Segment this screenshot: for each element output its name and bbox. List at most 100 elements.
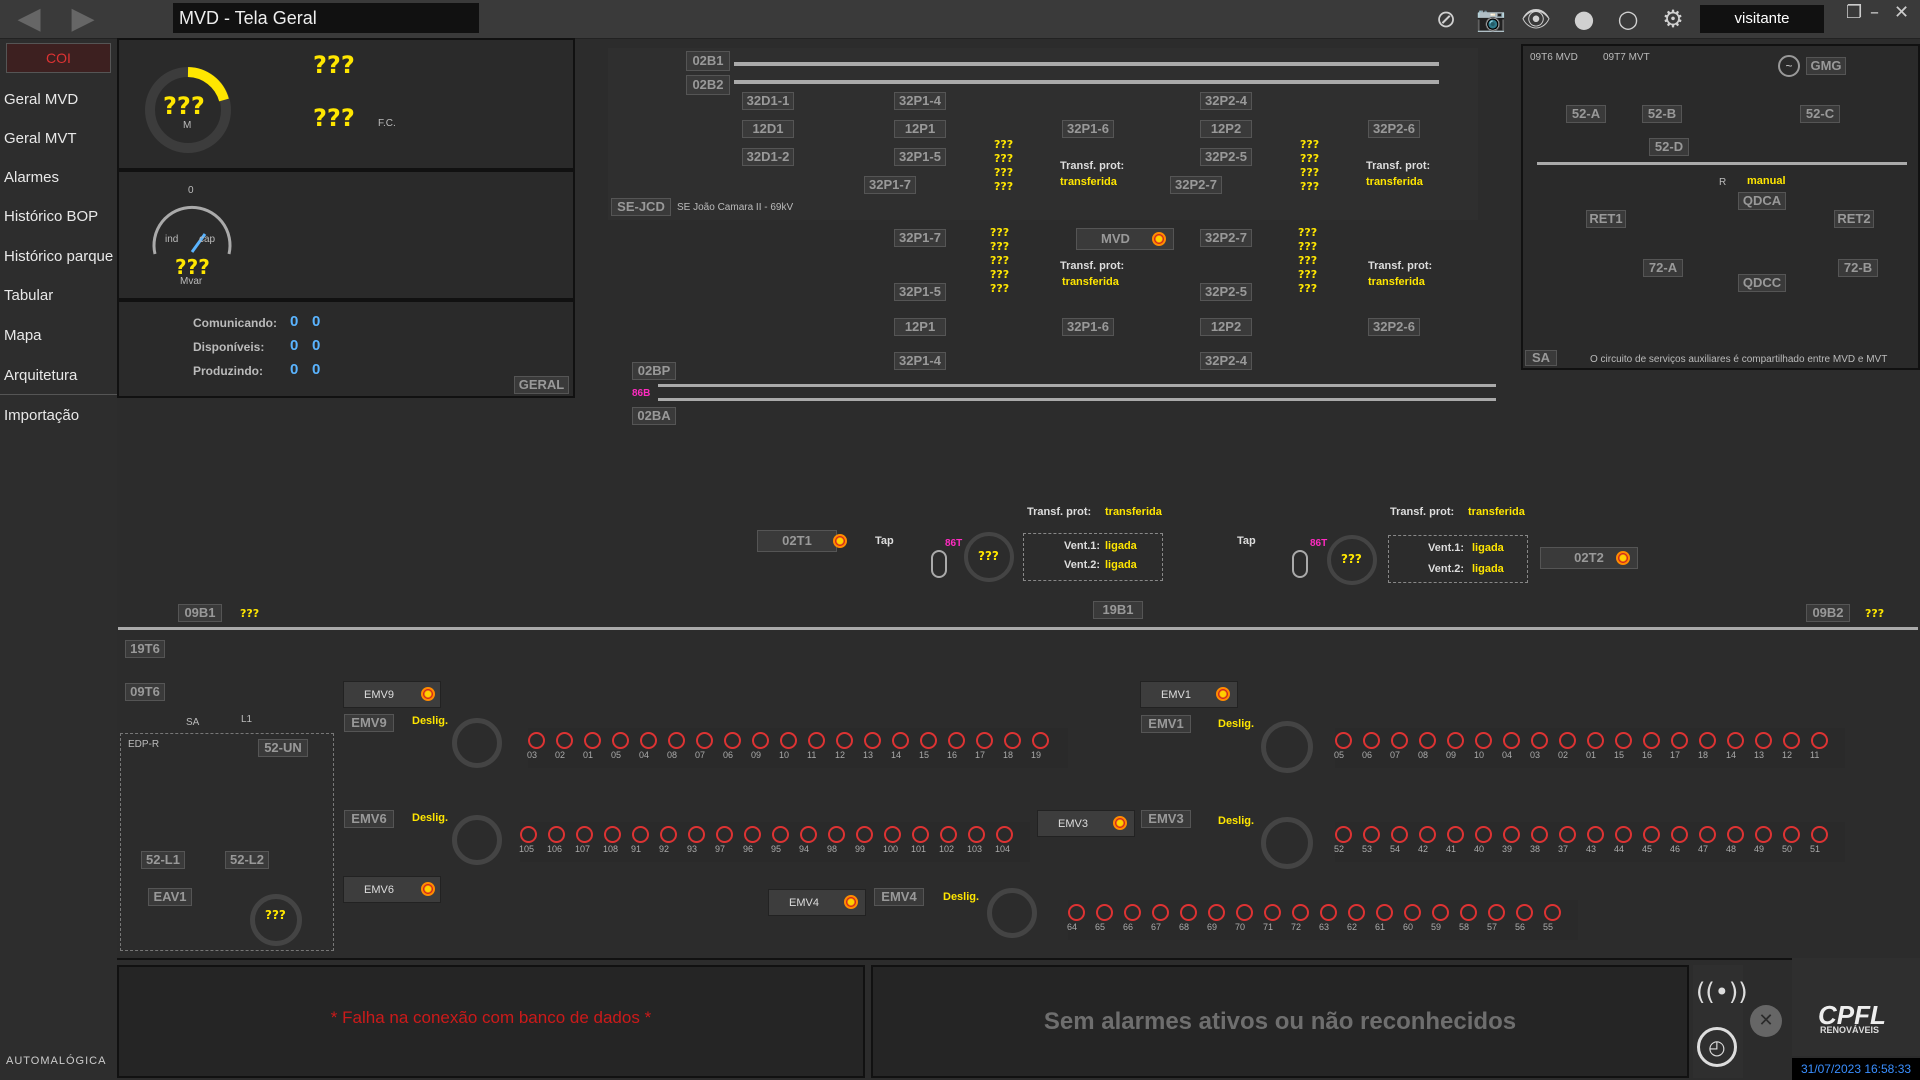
turbine-icon[interactable]: 16 (947, 732, 965, 760)
turbine-icon[interactable]: 97 (715, 826, 733, 854)
turbine-icon[interactable]: 70 (1235, 904, 1253, 932)
turbine-icon[interactable]: 106 (547, 826, 565, 854)
turbine-icon[interactable]: 02 (1558, 732, 1576, 760)
turbine-icon[interactable]: 06 (1362, 732, 1380, 760)
turbine-icon[interactable]: 02 (555, 732, 573, 760)
menu-tabular[interactable]: Tabular (4, 287, 53, 304)
coi-button[interactable]: COI (6, 43, 111, 73)
turbine-icon[interactable]: 56 (1515, 904, 1533, 932)
geral-button[interactable]: GERAL (514, 376, 569, 394)
camera-icon[interactable]: 📷 (1475, 4, 1507, 34)
turbine-icon[interactable]: 01 (583, 732, 601, 760)
turbine-icon[interactable]: 08 (1418, 732, 1436, 760)
no-signal-icon[interactable]: ⊘ (1430, 4, 1462, 34)
turbine-icon[interactable]: 54 (1390, 826, 1408, 854)
turbine-icon[interactable]: 72 (1291, 904, 1309, 932)
turbine-icon[interactable]: 99 (855, 826, 873, 854)
turbine-icon[interactable]: 09 (1446, 732, 1464, 760)
turbine-icon[interactable]: 91 (631, 826, 649, 854)
menu-alarmes[interactable]: Alarmes (4, 169, 59, 186)
menu-historico-bop[interactable]: Histórico BOP (4, 208, 98, 225)
turbine-icon[interactable]: 49 (1754, 826, 1772, 854)
turbine-icon[interactable]: 39 (1502, 826, 1520, 854)
turbine-icon[interactable]: 05 (611, 732, 629, 760)
turbine-icon[interactable]: 37 (1558, 826, 1576, 854)
back-arrow-icon[interactable]: ◀ (12, 2, 46, 36)
turbine-icon[interactable]: 13 (863, 732, 881, 760)
turbine-icon[interactable]: 101 (911, 826, 929, 854)
turbine-icon[interactable]: 05 (1334, 732, 1352, 760)
t1-button[interactable]: 02T1 (757, 530, 837, 552)
turbine-icon[interactable]: 04 (639, 732, 657, 760)
turbine-icon[interactable]: 06 (723, 732, 741, 760)
turbine-icon[interactable]: 08 (667, 732, 685, 760)
turbine-icon[interactable]: 65 (1095, 904, 1113, 932)
turbine-icon[interactable]: 15 (919, 732, 937, 760)
menu-importacao[interactable]: Importação (4, 407, 79, 424)
turbine-icon[interactable]: 18 (1698, 732, 1716, 760)
turbine-icon[interactable]: 12 (835, 732, 853, 760)
turbine-icon[interactable]: 96 (743, 826, 761, 854)
turbine-icon[interactable]: 14 (891, 732, 909, 760)
turbine-icon[interactable]: 19 (1031, 732, 1049, 760)
restore-window-icon[interactable]: ❐ (1846, 2, 1862, 23)
turbine-icon[interactable]: 47 (1698, 826, 1716, 854)
turbine-icon[interactable]: 17 (975, 732, 993, 760)
turbine-icon[interactable]: 94 (799, 826, 817, 854)
turbine-icon[interactable]: 04 (1502, 732, 1520, 760)
turbine-icon[interactable]: 07 (1390, 732, 1408, 760)
turbine-icon[interactable]: 03 (527, 732, 545, 760)
turbine-icon[interactable]: 61 (1375, 904, 1393, 932)
turbine-icon[interactable]: 93 (687, 826, 705, 854)
turbine-icon[interactable]: 03 (1530, 732, 1548, 760)
turbine-icon[interactable]: 66 (1123, 904, 1141, 932)
turbine-icon[interactable]: 104 (995, 826, 1013, 854)
turbine-icon[interactable]: 40 (1474, 826, 1492, 854)
turbine-icon[interactable]: 10 (1474, 732, 1492, 760)
menu-geral-mvt[interactable]: Geral MVT (4, 130, 77, 147)
gear-icon[interactable]: ⚙ (1657, 4, 1689, 34)
turbine-icon[interactable]: 67 (1151, 904, 1169, 932)
turbine-icon[interactable]: 17 (1670, 732, 1688, 760)
menu-historico-parque[interactable]: Histórico parque (4, 248, 113, 265)
turbine-icon[interactable]: 60 (1403, 904, 1421, 932)
user-outline-icon[interactable]: ○ (1612, 4, 1644, 34)
close-icon[interactable]: ✕ (1894, 2, 1909, 23)
menu-mapa[interactable]: Mapa (4, 327, 42, 344)
turbine-icon[interactable]: 71 (1263, 904, 1281, 932)
turbine-icon[interactable]: 95 (771, 826, 789, 854)
turbine-icon[interactable]: 10 (779, 732, 797, 760)
turbine-icon[interactable]: 63 (1319, 904, 1337, 932)
forward-arrow-icon[interactable]: ▶ (66, 2, 100, 36)
clock-icon[interactable]: ◴ (1697, 1027, 1737, 1067)
turbine-icon[interactable]: 07 (695, 732, 713, 760)
turbine-icon[interactable]: 68 (1179, 904, 1197, 932)
turbine-icon[interactable]: 09 (751, 732, 769, 760)
turbine-icon[interactable]: 50 (1782, 826, 1800, 854)
turbine-icon[interactable]: 100 (883, 826, 901, 854)
turbine-icon[interactable]: 105 (519, 826, 537, 854)
turbine-icon[interactable]: 102 (939, 826, 957, 854)
broadcast-icon[interactable]: ((•)) (1696, 970, 1748, 1014)
mute-icon[interactable]: ✕ (1750, 1005, 1782, 1037)
turbine-icon[interactable]: 62 (1347, 904, 1365, 932)
turbine-icon[interactable]: 42 (1418, 826, 1436, 854)
turbine-icon[interactable]: 15 (1614, 732, 1632, 760)
turbine-icon[interactable]: 53 (1362, 826, 1380, 854)
turbine-icon[interactable]: 52 (1334, 826, 1352, 854)
menu-geral-mvd[interactable]: Geral MVD (4, 91, 78, 108)
turbine-icon[interactable]: 01 (1586, 732, 1604, 760)
turbine-icon[interactable]: 69 (1207, 904, 1225, 932)
turbine-icon[interactable]: 14 (1726, 732, 1744, 760)
turbine-icon[interactable]: 92 (659, 826, 677, 854)
turbine-icon[interactable]: 41 (1446, 826, 1464, 854)
turbine-icon[interactable]: 11 (1810, 732, 1828, 760)
turbine-icon[interactable]: 12 (1782, 732, 1800, 760)
turbine-icon[interactable]: 103 (967, 826, 985, 854)
turbine-icon[interactable]: 43 (1586, 826, 1604, 854)
turbine-icon[interactable]: 55 (1543, 904, 1561, 932)
turbine-icon[interactable]: 13 (1754, 732, 1772, 760)
turbine-icon[interactable]: 11 (807, 732, 825, 760)
user-icon[interactable]: ● (1568, 4, 1600, 34)
turbine-icon[interactable]: 108 (603, 826, 621, 854)
